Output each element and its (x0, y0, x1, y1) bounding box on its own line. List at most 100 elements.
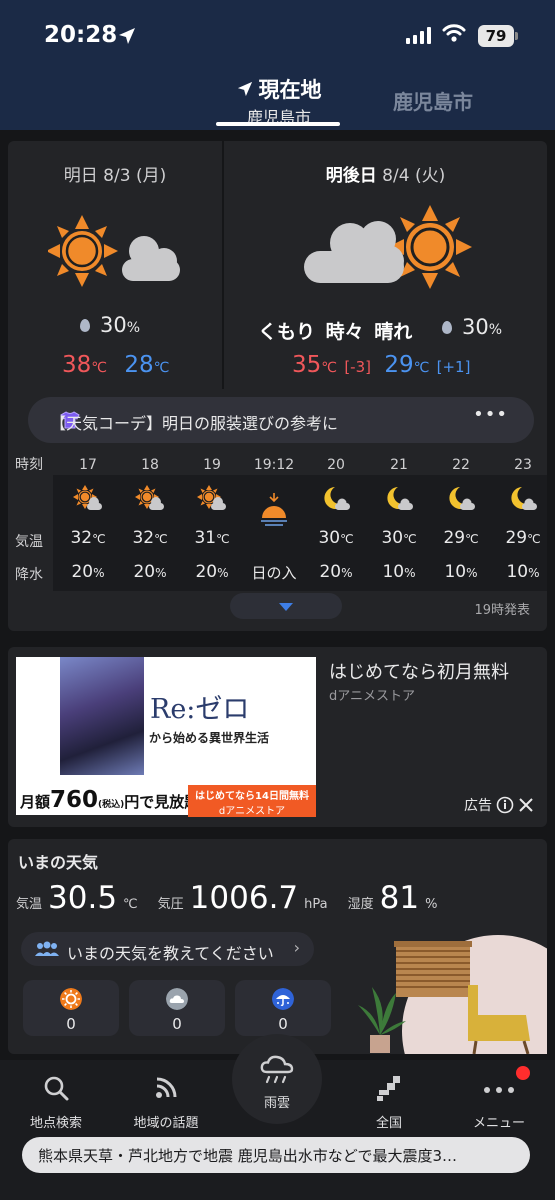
battery-indicator: 79 (478, 25, 518, 47)
hourly-label-temp: 気温 (15, 534, 43, 550)
day-after-high: 35 (292, 352, 322, 378)
status-time: 20:28 (44, 22, 118, 48)
hour-rain: 10% (444, 562, 478, 582)
tab-current-title: 現在地 (258, 78, 322, 102)
hour-time: 20 (327, 457, 345, 473)
nav-local-topics[interactable]: 地域の話題 (120, 1074, 212, 1131)
ad-info-icon[interactable] (496, 796, 514, 814)
hour-rain: 20% (71, 562, 105, 582)
search-icon (44, 1076, 69, 1101)
raindrop-icon (442, 321, 452, 334)
hour-temp: 30℃ (318, 528, 354, 548)
japan-map-icon (377, 1076, 400, 1101)
nav-menu[interactable]: メニュー (453, 1074, 545, 1131)
report-cloudy-count: 0 (172, 1015, 182, 1033)
day-after-rain: 30% (442, 315, 502, 339)
current-weather-card: いまの天気 気温 30.5 ℃ 気圧 1006.7 hPa 湿度 81% いまの天気を教え… (8, 839, 547, 1054)
report-weather-button[interactable]: いまの天気を教えてください › (21, 932, 314, 966)
hourly-label-time: 時刻 (15, 457, 43, 473)
tomorrow-high: 38 (62, 352, 92, 378)
ad-price: 月額760(税込)円で見放題! (20, 787, 207, 813)
current-pressure: 1006.7 (189, 880, 299, 916)
hour-time: 21 (390, 457, 408, 473)
sun-cloud-icon (57, 485, 119, 515)
nav-search[interactable]: 地点検索 (10, 1074, 102, 1131)
hour-time: 22 (452, 457, 470, 473)
report-weather-text: いまの天気を教えてください (67, 944, 274, 963)
hour-temp: 30℃ (381, 528, 417, 548)
more-icon (484, 1087, 514, 1093)
moon-cloud-icon (368, 485, 430, 515)
tab-active-indicator (216, 122, 340, 126)
ad-image[interactable]: Re:ゼロ から始める異世界生活 月額760(税込)円で見放題! はじめてなら1… (16, 657, 316, 817)
hour-rain: 20% (133, 562, 167, 582)
hour-rain: 日の入 (251, 564, 297, 582)
nav-national[interactable]: 全国 (343, 1074, 435, 1131)
tab-kagoshima[interactable]: 鹿児島市 (393, 86, 473, 115)
day-after-low-diff: [+1] (436, 358, 471, 376)
hour-temp: 32℃ (70, 528, 106, 548)
hour-temp: 29℃ (505, 528, 541, 548)
tomorrow-date: 明日 8/3 (月) (63, 166, 167, 186)
day-after-date: 明後日 8/4 (火) (325, 166, 446, 186)
tab-current-location[interactable]: 現在地 鹿児島市 (218, 74, 340, 128)
report-sunny-count: 0 (66, 1015, 76, 1033)
cellular-signal-icon (406, 26, 431, 44)
nav-rain-radar[interactable]: 雨雲 (232, 1034, 322, 1124)
ad-headline[interactable]: はじめてなら初月無料 (329, 658, 509, 684)
sun-cloud-icon (181, 485, 243, 515)
ad-bottom: 月額760(税込)円で見放題! はじめてなら14日間無料 dアニメストア (16, 781, 316, 817)
hour-time: 18 (141, 457, 159, 473)
hour-time: 17 (79, 457, 97, 473)
ad-title: Re:ゼロ (150, 694, 250, 725)
news-ticker[interactable]: 熊本県天草・芦北地方で地震 鹿児島出水市などで最大震度3… (22, 1137, 530, 1173)
current-temp: 30.5 (48, 880, 118, 916)
expand-hourly-button[interactable] (230, 593, 342, 619)
notification-badge (516, 1066, 530, 1080)
cloudy-icon (166, 988, 188, 1010)
rain-cloud-icon (260, 1055, 294, 1084)
top-header: 20:28 79 現在地 鹿児島市 鹿児島市 (0, 0, 555, 130)
current-weather-title: いまの天気 (18, 853, 99, 872)
tomorrow-low: 28 (124, 352, 154, 378)
day-after-high-diff: [-3] (344, 358, 371, 376)
location-arrow-icon (119, 28, 135, 44)
day-after-temps: 35℃ [-3] 29℃ [+1] (292, 352, 471, 378)
day-after-low: 29 (384, 352, 414, 378)
hour-time: 19 (203, 457, 221, 473)
issued-time: 19時発表 (474, 603, 530, 618)
location-arrow-icon (237, 81, 252, 97)
clothing-advice-banner[interactable]: 【天気コーデ】明日の服装選びの参考に ••• (28, 397, 534, 443)
sun-cloud-icon (48, 215, 180, 287)
ad-card[interactable]: Re:ゼロ から始める異世界生活 月額760(税込)円で見放題! はじめてなら1… (8, 647, 547, 827)
sun-cloud-icon (119, 485, 181, 515)
report-rainy[interactable]: 0 (235, 980, 331, 1036)
raindrop-icon (80, 319, 90, 332)
chevron-right-icon: › (293, 938, 300, 957)
room-illustration (358, 935, 547, 1054)
hour-time: 19:12 (253, 457, 295, 473)
hourly-label-rain: 降水 (15, 567, 43, 583)
report-cloudy[interactable]: 0 (129, 980, 225, 1036)
report-sunny[interactable]: 0 (23, 980, 119, 1036)
current-weather-values: 気温 30.5 ℃ 気圧 1006.7 hPa 湿度 81% (16, 880, 438, 916)
tomorrow-temps: 38℃ 28℃ (62, 352, 170, 378)
rss-icon (156, 1077, 177, 1098)
cloud-sun-icon (304, 205, 472, 289)
forecast-card: 明日 8/3 (月) 明後日 8/4 (火) 30% 38℃ 28℃ くもり 時… (8, 141, 547, 631)
clothing-advice-text: 【天気コーデ】明日の服装選びの参考に (50, 414, 339, 433)
moon-cloud-icon (430, 485, 492, 515)
hour-temp: 29℃ (443, 528, 479, 548)
hour-rain: 20% (319, 562, 353, 582)
sunny-icon (60, 988, 82, 1010)
more-options-icon[interactable]: ••• (473, 404, 508, 425)
moon-cloud-icon (305, 485, 367, 515)
report-rainy-count: 0 (278, 1015, 288, 1033)
ad-label[interactable]: 広告 (464, 795, 534, 815)
current-humidity: 81 (379, 880, 420, 916)
day-after-weather: くもり 時々 晴れ (258, 321, 413, 343)
close-icon[interactable] (518, 797, 534, 813)
rainy-icon (272, 988, 294, 1010)
hour-time: 23 (514, 457, 532, 473)
ad-artwork (60, 657, 144, 775)
